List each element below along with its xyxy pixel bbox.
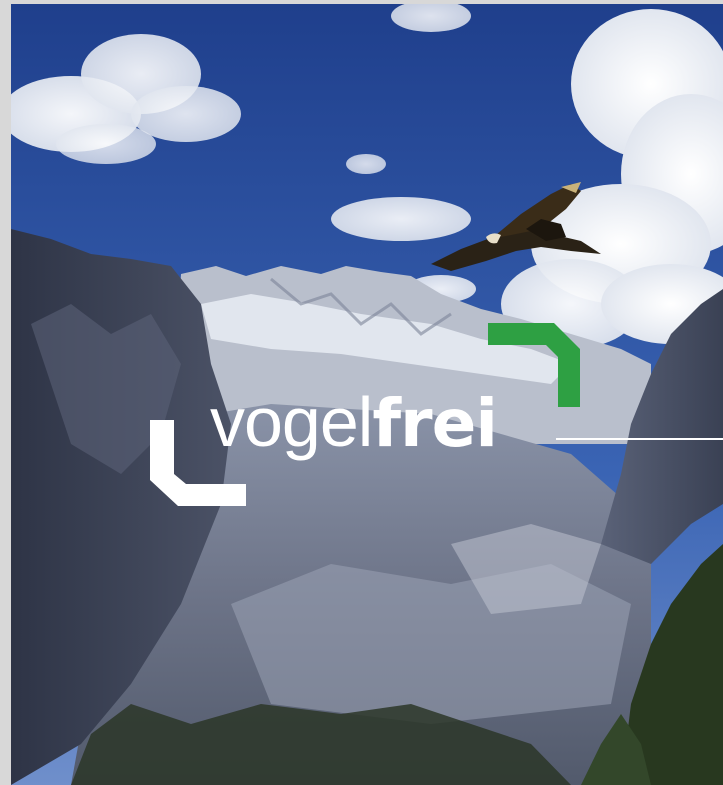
wordmark-underline	[556, 438, 723, 440]
brand-wordmark: vogelfrei	[210, 382, 498, 464]
wordmark-light: vogel	[210, 383, 373, 461]
wordmark-bold: frei	[372, 385, 498, 462]
green-corner-bracket-icon	[488, 323, 580, 407]
image-frame: vogelfrei	[0, 0, 723, 785]
